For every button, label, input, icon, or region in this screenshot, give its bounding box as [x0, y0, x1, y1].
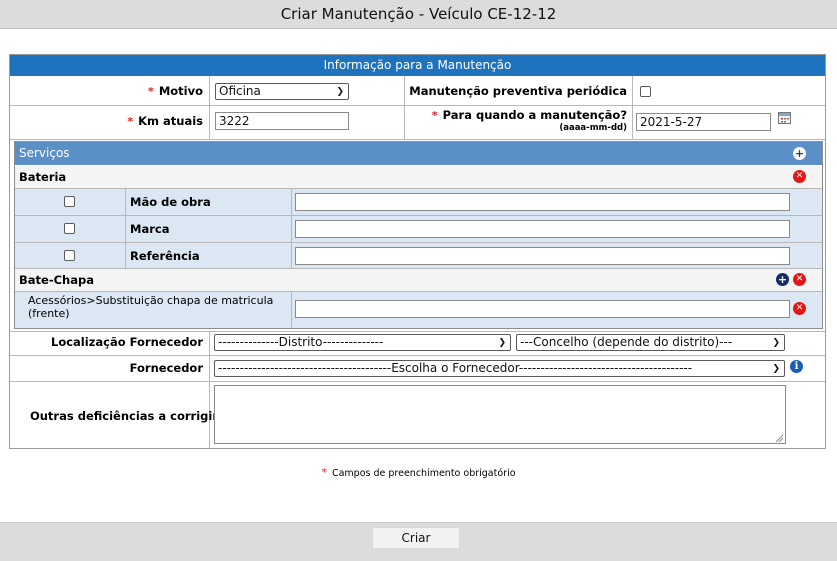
- service-checkbox[interactable]: [64, 196, 75, 207]
- fornecedor-label: Fornecedor: [129, 361, 203, 375]
- service-group-bateria: Bateria ✕: [15, 166, 822, 188]
- divider: [291, 188, 292, 269]
- divider: [404, 76, 405, 139]
- resize-grip-icon[interactable]: [775, 434, 784, 443]
- chevron-down-icon: ❯: [336, 87, 344, 97]
- localizacao-label: Localização Fornecedor: [51, 335, 203, 349]
- calendar-icon[interactable]: [778, 112, 792, 125]
- item-label: Marca: [130, 222, 170, 236]
- info-icon[interactable]: i: [790, 360, 803, 373]
- divider: [15, 188, 822, 189]
- divider: [209, 76, 210, 139]
- divider: [10, 381, 825, 382]
- km-label: * Km atuais: [127, 114, 203, 128]
- outras-label: Outras deficiências a corrigir: [29, 409, 218, 423]
- divider: [15, 242, 822, 243]
- item-input[interactable]: [295, 300, 790, 318]
- remove-group-icon[interactable]: ✕: [793, 273, 806, 286]
- fornecedor-select[interactable]: ----------------------------------------…: [214, 360, 785, 377]
- item-label: Mão de obra: [130, 195, 211, 209]
- km-input[interactable]: 3222: [215, 112, 349, 130]
- remove-group-icon[interactable]: ✕: [793, 170, 806, 183]
- add-service-icon[interactable]: +: [793, 147, 806, 160]
- item-input[interactable]: [295, 193, 790, 211]
- page-title: Criar Manutenção - Veículo CE-12-12: [0, 0, 837, 29]
- preventiva-checkbox[interactable]: [640, 86, 651, 97]
- divider: [10, 331, 825, 332]
- required-note: * Campos de preenchimento obrigatório: [321, 466, 516, 479]
- required-mark: *: [431, 109, 438, 122]
- divider: [15, 215, 822, 216]
- divider: [10, 105, 825, 106]
- required-mark: *: [127, 115, 134, 128]
- divider: [15, 291, 822, 292]
- service-checkbox[interactable]: [64, 223, 75, 234]
- data-label: * Para quando a manutenção?: [431, 108, 627, 122]
- preventiva-label: Manutenção preventiva periódica: [409, 84, 627, 98]
- maintenance-form: Informação para a Manutenção * Motivo Ofi…: [9, 54, 826, 449]
- concelho-select[interactable]: ---Concelho (depende do distrito)--- ❯: [516, 334, 785, 351]
- motivo-select[interactable]: Oficina ❯: [215, 83, 349, 100]
- item-label: Acessórios>Substituição chapa de matricu…: [28, 294, 274, 320]
- outras-textarea[interactable]: [214, 385, 786, 444]
- section-header: Informação para a Manutenção: [10, 55, 825, 76]
- add-item-icon[interactable]: +: [776, 273, 789, 286]
- divider: [10, 355, 825, 356]
- criar-button[interactable]: Criar: [372, 527, 460, 549]
- bate-chapa-rows: Acessórios>Substituição chapa de matricu…: [15, 291, 822, 328]
- services-header: Serviços: [15, 142, 822, 165]
- divider: [125, 188, 126, 269]
- data-format-hint: (aaaa-mm-dd): [559, 123, 627, 133]
- item-input[interactable]: [295, 247, 790, 265]
- chevron-down-icon: ❯: [498, 338, 506, 348]
- group-name: Bateria: [19, 170, 67, 184]
- distrito-select[interactable]: --------------Distrito-------------- ❯: [214, 334, 511, 351]
- chevron-down-icon: ❯: [772, 364, 780, 374]
- service-group-bate-chapa: Bate-Chapa + ✕: [15, 269, 822, 291]
- footer-bar: Criar: [0, 522, 837, 561]
- service-checkbox[interactable]: [64, 250, 75, 261]
- data-input[interactable]: 2021-5-27: [636, 113, 771, 131]
- divider: [209, 331, 210, 448]
- divider: [10, 139, 825, 140]
- motivo-label: * Motivo: [148, 84, 203, 98]
- bateria-rows: Mão de obra Marca Referência: [15, 188, 822, 269]
- required-mark: *: [148, 85, 154, 98]
- services-panel: Serviços + Bateria ✕ Mão de obra Marca R…: [14, 141, 823, 329]
- remove-item-icon[interactable]: ✕: [793, 302, 806, 315]
- group-name: Bate-Chapa: [19, 273, 94, 287]
- chevron-down-icon: ❯: [772, 338, 780, 348]
- item-label: Referência: [130, 249, 200, 263]
- item-input[interactable]: [295, 220, 790, 238]
- divider: [632, 76, 633, 139]
- divider: [291, 291, 292, 328]
